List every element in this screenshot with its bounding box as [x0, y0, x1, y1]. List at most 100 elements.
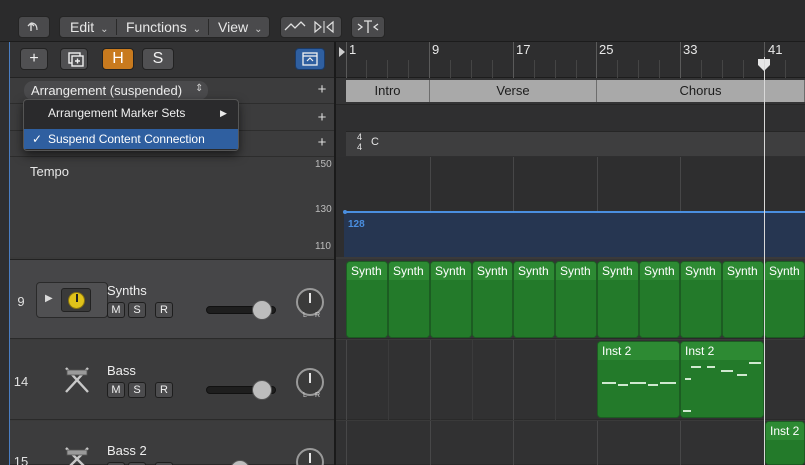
- marker-lane: [336, 104, 805, 130]
- track-header-bass-2[interactable]: 15 Bass 2 M S R: [10, 421, 334, 465]
- catch-icon: [27, 22, 38, 31]
- duplicate-track-button[interactable]: [60, 48, 88, 70]
- region[interactable]: Synth: [472, 261, 513, 338]
- tempo-scale-label: 110: [315, 241, 331, 252]
- functions-menu[interactable]: Functions ⌄: [126, 17, 201, 37]
- chevron-down-icon: ⌄: [192, 24, 202, 35]
- duplicate-icon: [68, 52, 84, 67]
- flex-icons: [284, 20, 334, 34]
- key-signature: C: [371, 136, 379, 148]
- record-enable-button[interactable]: R: [155, 302, 173, 318]
- midi-note: [737, 374, 747, 376]
- region[interactable]: Synth: [513, 261, 555, 338]
- menu-item-arrangement-marker-sets[interactable]: Arrangement Marker Sets ▶: [24, 103, 238, 123]
- volume-fader-handle[interactable]: [230, 460, 250, 465]
- signature-denominator: 4: [357, 142, 363, 152]
- volume-fader-handle[interactable]: [252, 380, 272, 400]
- menu-item-label: Arrangement Marker Sets: [48, 106, 186, 120]
- midi-note: [660, 382, 676, 384]
- record-enable-button[interactable]: R: [155, 382, 173, 398]
- midi-note: [685, 378, 691, 380]
- tempo-track-label: Tempo: [30, 164, 70, 179]
- region[interactable]: Synth: [430, 261, 472, 338]
- pan-left-label: L: [303, 312, 307, 319]
- track-name[interactable]: Bass: [107, 363, 136, 378]
- bar-number: 33: [683, 42, 698, 57]
- add-arrangement-marker-icon[interactable]: +: [315, 82, 329, 97]
- signature-lane: [346, 131, 805, 156]
- flex-icon[interactable]: [314, 20, 334, 34]
- chevron-down-icon: ⌄: [100, 24, 109, 35]
- add-signature-icon[interactable]: +: [315, 135, 329, 150]
- region[interactable]: Inst 2: [680, 341, 764, 418]
- view-menu[interactable]: View ⌄: [218, 17, 262, 37]
- region[interactable]: Inst 2: [765, 421, 805, 465]
- submenu-arrow-icon: ▶: [220, 108, 227, 118]
- add-track-button[interactable]: +: [20, 48, 48, 70]
- global-tracks-area: Intro Verse Chorus 4 4 C 128: [336, 78, 805, 257]
- menu-item-suspend-content-connection[interactable]: ✓ Suspend Content Connection: [24, 129, 238, 149]
- add-marker-icon[interactable]: +: [315, 110, 329, 125]
- edit-menu[interactable]: Edit ⌄: [70, 17, 109, 37]
- region[interactable]: Synth: [346, 261, 388, 338]
- region[interactable]: Synth: [722, 261, 764, 338]
- arrangement-marker-verse[interactable]: Verse: [430, 80, 597, 102]
- arrangement-title: Arrangement (suspended): [31, 83, 183, 98]
- track-header-bass[interactable]: 14 Bass M S R L R: [10, 340, 334, 420]
- pan-right-label: R: [315, 392, 321, 399]
- track-number: 15: [13, 454, 29, 465]
- functions-menu-label: Functions: [126, 19, 187, 35]
- track-lane-bass-2[interactable]: Inst 2: [336, 421, 805, 465]
- region[interactable]: Synth: [680, 261, 722, 338]
- pan-knob[interactable]: [296, 448, 324, 465]
- region[interactable]: Synth: [597, 261, 639, 338]
- mute-button[interactable]: M: [107, 382, 125, 398]
- catch-button[interactable]: [18, 16, 50, 38]
- signature-numerator: 4: [357, 132, 363, 142]
- track-lane-synths[interactable]: Synth Synth Synth Synth Synth Synth Synt…: [336, 259, 805, 339]
- tempo-line[interactable]: [344, 211, 805, 213]
- track-header-synths[interactable]: 9 ▶ Synths M S R L R: [10, 259, 334, 339]
- tempo-fill: [344, 212, 805, 257]
- track-lane-bass[interactable]: Inst 2 Inst 2: [336, 340, 805, 420]
- region[interactable]: Synth: [639, 261, 680, 338]
- zoom-fit-button[interactable]: [351, 16, 385, 38]
- waveform-icon[interactable]: [284, 21, 306, 31]
- hide-button[interactable]: H: [102, 48, 134, 70]
- global-tracks-button[interactable]: [295, 48, 325, 70]
- region-name: Synth: [351, 264, 382, 278]
- playhead-line[interactable]: [764, 57, 765, 465]
- arrangement-marker-intro[interactable]: Intro: [346, 80, 430, 102]
- tempo-point[interactable]: [343, 210, 347, 214]
- region-name: Synth: [435, 264, 466, 278]
- region[interactable]: Synth: [764, 261, 805, 338]
- checkmark-icon: ✓: [32, 132, 43, 146]
- solo-mode-button[interactable]: S: [142, 48, 174, 70]
- region-name: Inst 2: [602, 344, 632, 358]
- region[interactable]: Inst 2: [597, 341, 680, 418]
- region-name: Inst 2: [770, 424, 800, 438]
- bar-ruler[interactable]: 1 9 17 25 33 41: [336, 42, 805, 78]
- pan-knob[interactable]: L R: [296, 288, 324, 319]
- bar-number: 41: [768, 42, 783, 57]
- track-name[interactable]: Synths: [107, 283, 147, 298]
- arrangement-popup[interactable]: Arrangement (suspended) ⇕: [24, 81, 208, 100]
- mute-button[interactable]: M: [107, 302, 125, 318]
- region[interactable]: Synth: [388, 261, 430, 338]
- region-name: Synth: [560, 264, 591, 278]
- fit-icon: [357, 20, 379, 33]
- ruler-arrow-icon: [339, 47, 345, 57]
- pan-knob[interactable]: L R: [296, 368, 324, 399]
- region[interactable]: Synth: [555, 261, 597, 338]
- volume-fader-handle[interactable]: [252, 300, 272, 320]
- disclosure-triangle-icon[interactable]: ▶: [45, 293, 53, 304]
- track-name[interactable]: Bass 2: [107, 443, 147, 458]
- region-name: Synth: [769, 264, 800, 278]
- pan-right-label: R: [315, 312, 321, 319]
- arrangement-marker-chorus[interactable]: Chorus: [597, 80, 805, 102]
- midi-note: [707, 366, 715, 368]
- solo-button[interactable]: S: [128, 382, 146, 398]
- solo-button[interactable]: S: [128, 302, 146, 318]
- arrangement-dropdown-menu: Arrangement Marker Sets ▶ ✓ Suspend Cont…: [23, 99, 239, 151]
- bar-number: 25: [599, 42, 614, 57]
